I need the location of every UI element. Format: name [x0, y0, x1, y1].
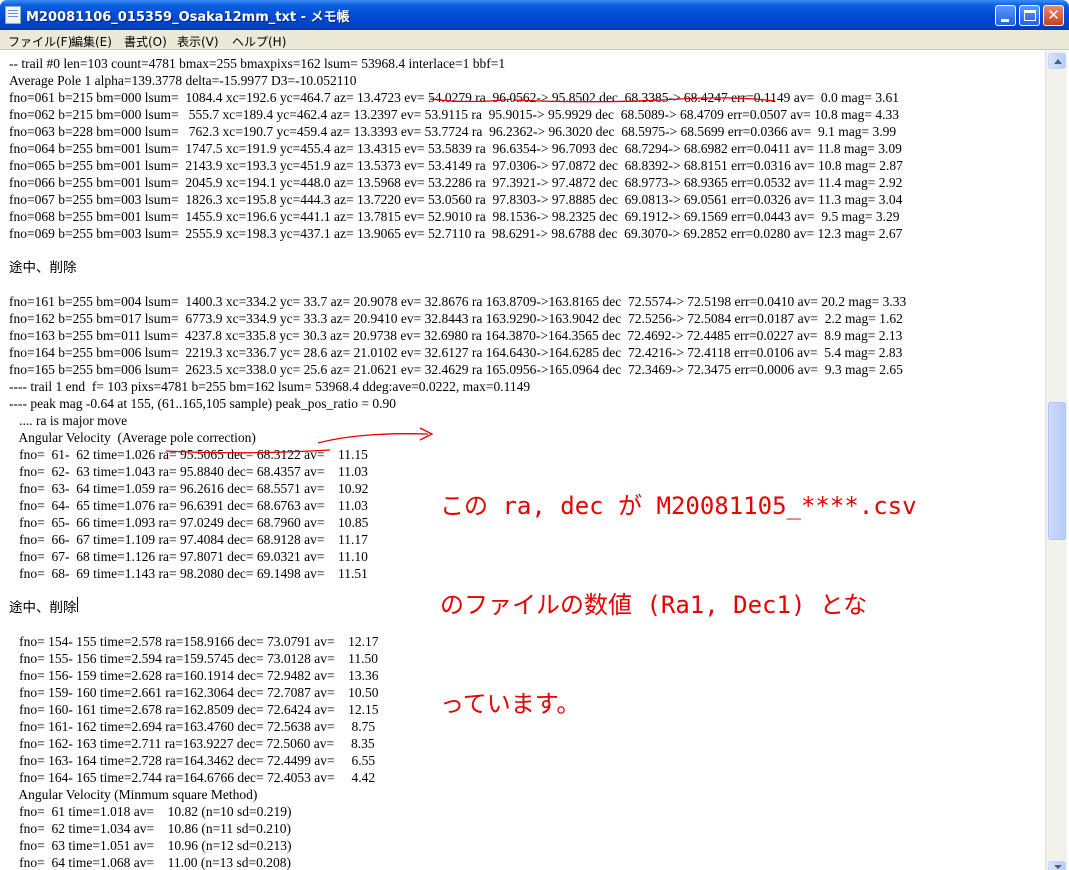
- text-line: ---- peak mag -0.64 at 155, (61..165,105…: [9, 396, 397, 411]
- window-title: M20081106_015359_Osaka12mm_txt - メモ帳: [26, 10, 350, 25]
- minimize-icon: [1001, 19, 1009, 22]
- annotation-line-3: っています。: [440, 690, 581, 718]
- arrow-up-icon: [1054, 59, 1062, 64]
- text-line: .... ra is major move: [9, 413, 128, 428]
- text-line: fno= 155- 156 time=2.594 ra=159.5745 dec…: [9, 651, 379, 666]
- annotation-note: この ra, dec が M20081105_****.csv のファイルの数値…: [440, 424, 960, 754]
- text-caret: [77, 597, 78, 612]
- text-line: fno=165 b=255 bm=006 lsum= 2623.5 xc=338…: [9, 362, 903, 377]
- scroll-up-button[interactable]: [1048, 53, 1066, 69]
- text-line: Average Pole 1 alpha=139.3778 delta=-15.…: [9, 73, 357, 88]
- scroll-down-button[interactable]: [1048, 861, 1066, 870]
- text-line: fno= 61 time=1.018 av= 10.82 (n=10 sd=0.…: [9, 804, 292, 819]
- text-line: fno= 164- 165 time=2.744 ra=164.6766 dec…: [9, 770, 376, 785]
- text-line: fno= 154- 155 time=2.578 ra=158.9166 dec…: [9, 634, 379, 649]
- text-line: fno=062 b=215 bm=000 lsum= 555.7 xc=189.…: [9, 107, 899, 122]
- menu-help[interactable]: ヘルプ(H): [232, 33, 286, 50]
- text-line: fno= 68- 69 time=1.143 ra= 98.2080 dec= …: [9, 566, 368, 581]
- text-line: fno=067 b=255 bm=003 lsum= 1826.3 xc=195…: [9, 192, 903, 207]
- text-line: 途中、削除: [9, 260, 77, 275]
- arrow-down-icon: [1054, 865, 1062, 869]
- text-line: fno= 61- 62 time=1.026 ra= 95.5065 dec= …: [9, 447, 368, 462]
- notepad-icon: [5, 6, 21, 24]
- text-line: fno= 162- 163 time=2.711 ra=163.9227 dec…: [9, 736, 375, 751]
- text-line: fno= 160- 161 time=2.678 ra=162.8509 dec…: [9, 702, 379, 717]
- text-line: fno= 161- 162 time=2.694 ra=163.4760 dec…: [9, 719, 376, 734]
- close-button[interactable]: ✕: [1043, 5, 1064, 26]
- minimize-button[interactable]: [995, 5, 1016, 26]
- text-line: fno=068 b=255 bm=001 lsum= 1455.9 xc=196…: [9, 209, 900, 224]
- text-line: fno=162 b=255 bm=017 lsum= 6773.9 xc=334…: [9, 311, 903, 326]
- text-line: fno=164 b=255 bm=006 lsum= 2219.3 xc=336…: [9, 345, 903, 360]
- text-line: fno= 62 time=1.034 av= 10.86 (n=11 sd=0.…: [9, 821, 292, 836]
- text-line: fno=066 b=255 bm=001 lsum= 2045.9 xc=194…: [9, 175, 903, 190]
- title-bar[interactable]: M20081106_015359_Osaka12mm_txt - メモ帳 ✕: [0, 0, 1069, 30]
- text-line: Angular Velocity (Minmum square Method): [9, 787, 258, 802]
- menu-format[interactable]: 書式(O): [124, 33, 167, 50]
- annotation-line-2: のファイルの数値 (Ra1, Dec1) とな: [440, 591, 868, 619]
- text-line: fno=061 b=215 bm=000 lsum= 1084.4 xc=192…: [9, 90, 899, 105]
- vertical-scrollbar[interactable]: [1045, 51, 1067, 870]
- text-line: fno=064 b=255 bm=001 lsum= 1747.5 xc=191…: [9, 141, 902, 156]
- maximize-icon: [1024, 10, 1036, 21]
- text-line: fno= 66- 67 time=1.109 ra= 97.4084 dec= …: [9, 532, 368, 547]
- text-line: fno= 156- 159 time=2.628 ra=160.1914 dec…: [9, 668, 379, 683]
- menu-edit[interactable]: 編集(E): [71, 33, 112, 50]
- text-line: fno= 65- 66 time=1.093 ra= 97.0249 dec= …: [9, 515, 369, 530]
- close-icon: ✕: [1047, 6, 1060, 24]
- text-line: fno= 63 time=1.051 av= 10.96 (n=12 sd=0.…: [9, 838, 292, 853]
- text-line: fno=065 b=255 bm=001 lsum= 2143.9 xc=193…: [9, 158, 903, 173]
- text-line: fno= 62- 63 time=1.043 ra= 95.8840 dec= …: [9, 464, 368, 479]
- menu-bar: ファイル(F) 編集(E) 書式(O) 表示(V) ヘルプ(H): [0, 30, 1069, 50]
- text-line: -- trail #0 len=103 count=4781 bmax=255 …: [9, 56, 506, 71]
- text-line: 途中、削除: [9, 600, 77, 615]
- text-line: fno=063 b=228 bm=000 lsum= 762.3 xc=190.…: [9, 124, 897, 139]
- text-line: fno=163 b=255 bm=011 lsum= 4237.8 xc=335…: [9, 328, 903, 343]
- menu-file[interactable]: ファイル(F): [8, 33, 72, 50]
- text-line: fno= 159- 160 time=2.661 ra=162.3064 dec…: [9, 685, 379, 700]
- scroll-thumb[interactable]: [1048, 402, 1066, 540]
- annotation-line-1: この ra, dec が M20081105_****.csv: [440, 492, 917, 520]
- text-line: fno= 64 time=1.068 av= 11.00 (n=13 sd=0.…: [9, 855, 292, 870]
- text-line: fno=069 b=255 bm=003 lsum= 2555.9 xc=198…: [9, 226, 903, 241]
- text-line: fno= 163- 164 time=2.728 ra=164.3462 dec…: [9, 753, 376, 768]
- text-line: ---- trail 1 end f= 103 pixs=4781 b=255 …: [9, 379, 531, 394]
- text-line: fno= 67- 68 time=1.126 ra= 97.8071 dec= …: [9, 549, 368, 564]
- maximize-button[interactable]: [1019, 5, 1040, 26]
- text-line: fno= 63- 64 time=1.059 ra= 96.2616 dec= …: [9, 481, 369, 496]
- text-line: Angular Velocity (Average pole correctio…: [9, 430, 256, 445]
- text-line: fno=161 b=255 bm=004 lsum= 1400.3 xc=334…: [9, 294, 907, 309]
- menu-view[interactable]: 表示(V): [177, 33, 219, 50]
- text-line: fno= 64- 65 time=1.076 ra= 96.6391 dec= …: [9, 498, 368, 513]
